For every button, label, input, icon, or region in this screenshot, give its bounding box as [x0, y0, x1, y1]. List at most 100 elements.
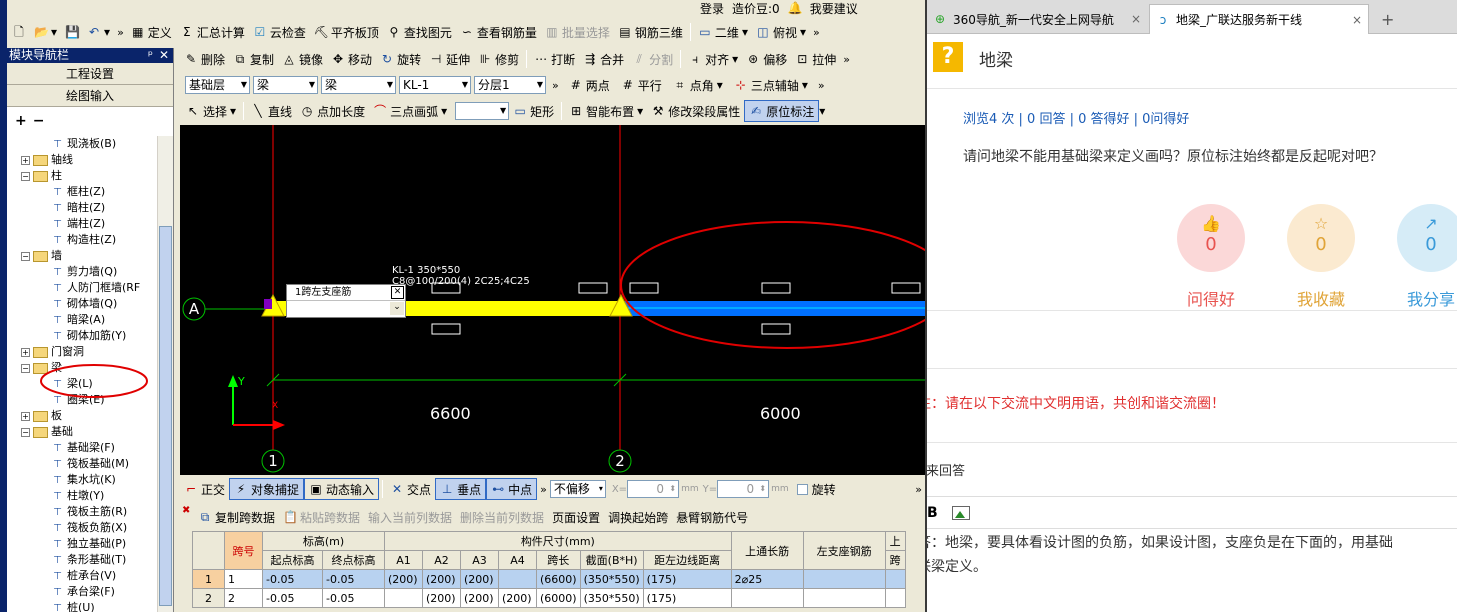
- line-button[interactable]: ╲ 直线: [247, 100, 296, 122]
- tree-folder[interactable]: − 基础: [21, 424, 73, 440]
- cell-span[interactable]: 1: [224, 569, 263, 589]
- pointlen-button[interactable]: ◷ 点加长度: [296, 100, 369, 122]
- calc-button[interactable]: Σ 汇总计算: [176, 21, 249, 43]
- tree-item[interactable]: ⊤ 筏板负筋(X): [51, 520, 127, 536]
- expand-all-icon[interactable]: +: [15, 113, 27, 129]
- tree-item[interactable]: ⊤ 砌体加筋(Y): [51, 328, 126, 344]
- tree-item[interactable]: ⊤ 桩承台(V): [51, 568, 116, 584]
- cloud-check-button[interactable]: ☑ 云检查: [249, 21, 310, 43]
- more-chevron-icon[interactable]: »: [114, 26, 127, 39]
- page-setup-button[interactable]: 页面设置: [548, 506, 604, 528]
- delete-column-button[interactable]: 删除当前列数据: [456, 506, 548, 528]
- action-label[interactable]: 问得好: [1171, 286, 1251, 310]
- trim-button[interactable]: ⊪ 修剪: [474, 48, 523, 70]
- more-chevron-icon[interactable]: »: [912, 483, 925, 496]
- tree-item[interactable]: ⊤ 柱墩(Y): [51, 488, 104, 504]
- cell-cut[interactable]: [884, 569, 906, 589]
- delete-button[interactable]: ✎ 删除: [180, 48, 229, 70]
- tree-item[interactable]: ⊤ 条形基础(T): [51, 552, 126, 568]
- suggest-link[interactable]: 我要建议: [810, 0, 858, 17]
- new-file-button[interactable]: 🗋: [8, 21, 30, 43]
- action-circle[interactable]: ↗ 0: [1397, 204, 1457, 272]
- view2d-dropdown[interactable]: ▭ 二维 ▾: [694, 21, 752, 43]
- expand-icon[interactable]: +: [21, 411, 30, 421]
- find-button[interactable]: ⚲ 查找图元: [383, 21, 456, 43]
- cell-sec[interactable]: (350*550): [579, 569, 644, 589]
- viewtop-dropdown[interactable]: ◫ 俯视 ▾: [752, 21, 810, 43]
- layer-select[interactable]: 分层1 ▼: [474, 76, 546, 94]
- floor-select[interactable]: 基础层 ▼: [185, 76, 250, 94]
- collapse-icon[interactable]: −: [21, 171, 30, 181]
- bold-button[interactable]: B: [927, 505, 938, 521]
- tree-item[interactable]: ⊤ 桩(U): [51, 600, 95, 612]
- tree-item[interactable]: ⊤ 构造柱(Z): [51, 232, 116, 248]
- flatten-button[interactable]: ⛏ 平齐板顶: [310, 21, 383, 43]
- arc-option-select[interactable]: ▼: [455, 102, 510, 120]
- paste-span-button[interactable]: 📋 粘贴跨数据: [279, 506, 364, 528]
- dynamic-input-toggle[interactable]: ▣ 动态输入: [304, 478, 380, 500]
- tree-item[interactable]: ⊤ 砌体墙(Q): [51, 296, 117, 312]
- draw-input-button[interactable]: 绘图输入: [7, 85, 173, 107]
- cell-left[interactable]: [802, 569, 886, 589]
- panel-close-icon[interactable]: ✖: [182, 505, 190, 516]
- close-icon[interactable]: ✕: [159, 48, 169, 63]
- tree-folder[interactable]: − 墙: [21, 248, 62, 264]
- twopoint-button[interactable]: # 两点: [565, 74, 614, 96]
- ortho-toggle[interactable]: ⌐ 正交: [180, 478, 229, 500]
- cell-end[interactable]: -0.05: [322, 588, 385, 608]
- tree-folder[interactable]: + 轴线: [21, 152, 73, 168]
- tree-item[interactable]: ⊤ 人防门框墙(RF: [51, 280, 140, 296]
- offset-select[interactable]: 不偏移 ▾: [549, 480, 606, 498]
- rebar3d-button[interactable]: ▤ 钢筋三维: [614, 21, 687, 43]
- pin-icon[interactable]: ᵖ: [148, 48, 153, 63]
- y-input[interactable]: 0 ⬍: [717, 480, 770, 498]
- select-button[interactable]: ↖ 选择 ▾: [182, 100, 240, 122]
- collapse-icon[interactable]: −: [21, 427, 30, 437]
- more-chevron-icon[interactable]: »: [549, 79, 562, 92]
- action-label[interactable]: 我收藏: [1281, 286, 1361, 310]
- cell-sec[interactable]: (350*550): [579, 588, 644, 608]
- component-select[interactable]: KL-1 ▼: [399, 76, 471, 94]
- define-button[interactable]: ▦ 定义: [127, 21, 176, 43]
- mid-toggle[interactable]: ⊷ 中点: [486, 478, 538, 500]
- tree-item[interactable]: ⊤ 基础梁(F): [51, 440, 115, 456]
- undo-button[interactable]: ↶ ▾: [83, 21, 114, 43]
- tree-item[interactable]: ⊤ 承台梁(F): [51, 584, 115, 600]
- tree-item[interactable]: ⊤ 框柱(Z): [51, 184, 105, 200]
- tree-folder[interactable]: − 柱: [21, 168, 62, 184]
- cell-top[interactable]: 2⌀25: [730, 569, 804, 589]
- intersect-toggle[interactable]: ✕ 交点: [386, 478, 435, 500]
- popup-close-icon[interactable]: ✕: [391, 286, 404, 299]
- rebar-qty-button[interactable]: ∽ 查看钢筋量: [456, 21, 541, 43]
- parallel-button[interactable]: # 平行: [617, 74, 666, 96]
- cell-a1[interactable]: (200): [384, 569, 423, 589]
- cell-start[interactable]: -0.05: [262, 569, 323, 589]
- tree-item[interactable]: ⊤ 端柱(Z): [51, 216, 105, 232]
- image-icon[interactable]: [951, 505, 970, 520]
- tree-item[interactable]: ⊤ 暗梁(A): [51, 312, 105, 328]
- batch-select-button[interactable]: ▥ 批量选择: [541, 21, 614, 43]
- align-dropdown[interactable]: ⫞ 对齐 ▾: [684, 48, 742, 70]
- copy-button[interactable]: ⧉ 复制: [229, 48, 278, 70]
- action-circle[interactable]: 👍 0: [1177, 204, 1245, 272]
- cell-a4[interactable]: (200): [498, 588, 537, 608]
- tree-item[interactable]: ⊤ 筏板主筋(R): [51, 504, 127, 520]
- rotate-checkbox[interactable]: [796, 483, 808, 495]
- input-column-button[interactable]: 输入当前列数据: [364, 506, 456, 528]
- tree-item[interactable]: ⊤ 暗柱(Z): [51, 200, 105, 216]
- chevron-down-icon[interactable]: ⌄: [390, 302, 404, 315]
- tree-item[interactable]: ⊤ 筏板基础(M): [51, 456, 129, 472]
- cell-a2[interactable]: (200): [422, 588, 461, 608]
- split-button[interactable]: ⫽ 分割: [628, 48, 677, 70]
- merge-button[interactable]: ⇶ 合并: [579, 48, 628, 70]
- new-tab-button[interactable]: +: [1375, 4, 1400, 34]
- x-input[interactable]: 0 ⬍: [627, 480, 680, 498]
- more-chevron-icon[interactable]: »: [537, 483, 550, 496]
- offset-button[interactable]: ⊛ 偏移: [742, 48, 791, 70]
- cantilever-code-button[interactable]: 悬臂钢筋代号: [672, 506, 752, 528]
- open-file-button[interactable]: 📂 ▾: [30, 21, 61, 43]
- collapse-icon[interactable]: −: [21, 363, 30, 373]
- smart-layout-button[interactable]: ⊞ 智能布置 ▾: [565, 100, 647, 122]
- more-chevron-icon[interactable]: »: [810, 26, 823, 39]
- rotate-button[interactable]: ↻ 旋转: [376, 48, 425, 70]
